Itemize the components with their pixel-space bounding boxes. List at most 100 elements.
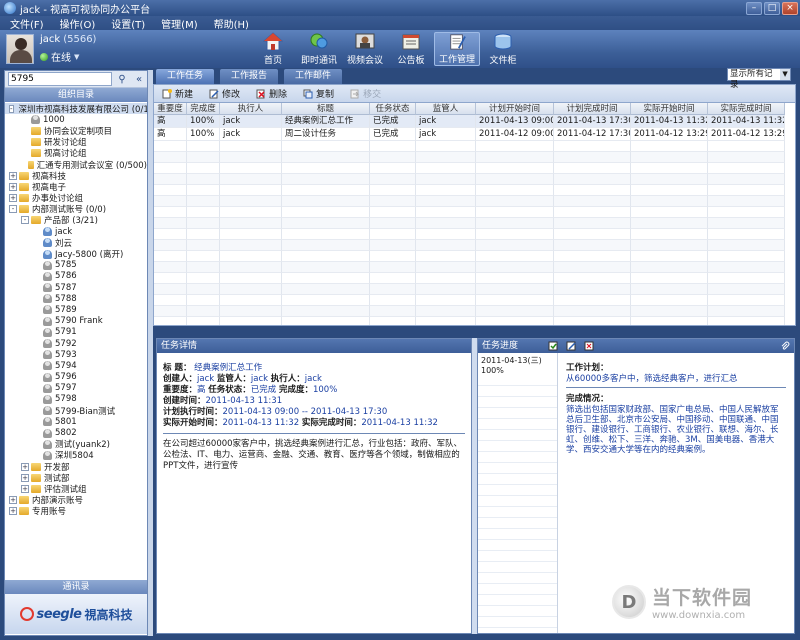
menu-manage[interactable]: 管理(M) [151,16,203,31]
tab-work-tasks[interactable]: 工作任务 [156,69,214,84]
record-filter-select[interactable]: 显示所有记录 ▼ [727,68,791,90]
expand-node-icon[interactable]: + [21,473,29,482]
tree-node[interactable]: 5794 [5,360,147,371]
tree-node[interactable]: 深圳5804 [5,450,147,461]
tree-node[interactable]: Jacy-5800 (离开) [5,248,147,260]
tree-node[interactable]: 5789 [5,304,147,315]
tree-node[interactable]: 汇通专用测试会议室 (0/500) [5,159,147,171]
empty-row [154,229,795,240]
tree-node[interactable]: 研发讨论组 [5,137,147,148]
column-header[interactable]: 实际完成时间 [708,103,785,115]
watermark-url: www.downxia.com [652,610,746,621]
collapse-node-icon[interactable]: - [9,205,17,214]
tree-node[interactable]: 5790 Frank [5,316,147,327]
minimize-button[interactable]: – [746,1,762,15]
tree-node[interactable]: 5791 [5,327,147,338]
expand-node-icon[interactable]: + [9,182,17,191]
status-selector[interactable]: 在线 ▼ [40,49,96,64]
tree-node[interactable]: 5798 [5,394,147,405]
attachment-icon[interactable] [780,341,790,351]
table-row[interactable]: 高 100% jack 经典案例汇总工作 已完成 jack 2011-04-13 09:00… [154,115,795,128]
tree-node[interactable]: 5802 [5,427,147,438]
table-cell: 已完成 [370,128,416,141]
expand-node-icon[interactable]: + [9,194,17,203]
add-progress-icon[interactable] [548,341,558,351]
tree-node[interactable]: + 视高科技 [5,170,147,182]
tree-node[interactable]: 5787 [5,282,147,293]
search-input[interactable] [8,72,112,86]
tree-node[interactable]: 5786 [5,271,147,282]
edit-progress-icon[interactable] [566,341,576,351]
tab-work-mail[interactable]: 工作邮件 [284,69,342,84]
avatar[interactable] [6,34,34,64]
tree-node[interactable]: - 内部测试账号 (0/0) [5,204,147,215]
toolbar-im[interactable]: 即时通讯 [296,32,342,66]
tree-node[interactable]: 5801 [5,416,147,427]
tree-node[interactable]: 5796 [5,372,147,383]
group-icon [19,171,29,180]
progress-entry[interactable]: 2011-04-13(三) 100% [478,353,557,377]
expand-node-icon[interactable]: + [21,462,29,471]
toolbar-files[interactable]: 文件柜 [480,32,526,66]
tree-node[interactable]: + 开发部 [5,461,147,473]
menu-operate[interactable]: 操作(O) [50,16,102,31]
delete-progress-icon[interactable] [584,341,594,351]
column-header[interactable]: 实际开始时间 [631,103,708,115]
tab-work-reports[interactable]: 工作报告 [220,69,278,84]
tree-node[interactable]: - 深圳市视高科技发展有限公司 (0/1) [5,103,147,115]
toolbar-video[interactable]: 视频会议 [342,32,388,66]
expand-node-icon[interactable]: + [9,507,17,516]
menu-file[interactable]: 文件(F) [0,16,50,31]
toolbar-work[interactable]: 工作管理 [434,32,480,66]
delete-button[interactable]: 删除 [256,87,287,100]
collapse-node-icon[interactable]: - [9,104,14,113]
tree-node[interactable]: + 测试部 [5,472,147,484]
tree-node[interactable]: + 办事处讨论组 [5,193,147,204]
toolbar-notice[interactable]: 公告板 [388,32,434,66]
table-row[interactable]: 高 100% jack 周二设计任务 已完成 jack 2011-04-12 09:00 20… [154,128,795,141]
contacts-header[interactable]: 通讯录 [5,580,147,594]
column-header[interactable]: 计划完成时间 [554,103,631,115]
tree-node[interactable]: 5788 [5,293,147,304]
tree-node[interactable]: 5797 [5,383,147,394]
column-header[interactable]: 执行人 [220,103,282,115]
column-header[interactable]: 计划开始时间 [476,103,554,115]
expand-node-icon[interactable]: + [9,496,17,505]
tree-node[interactable]: - 产品部 (3/21) [5,215,147,226]
tree-node[interactable]: 测试(yuank2) [5,439,147,450]
toolbar-home[interactable]: 首页 [250,32,296,66]
collapse-icon[interactable]: « [132,72,146,86]
new-button[interactable]: 新建 [162,87,193,100]
column-header[interactable]: 重要度 [154,103,187,115]
maximize-button[interactable]: □ [764,1,780,15]
menu-settings[interactable]: 设置(T) [101,16,151,31]
collapse-node-icon[interactable]: - [21,216,29,225]
column-header[interactable]: 标题 [282,103,370,115]
main-toolbar: 首页 即时通讯 视频会议 公告板 工作管理 文件柜 [250,32,526,68]
tree-node[interactable]: + 专用账号 [5,506,147,517]
edit-button[interactable]: 修改 [209,87,240,100]
tree-node[interactable]: 5799-Bian测试 [5,405,147,417]
search-icon[interactable]: ⚲ [115,72,129,86]
tree-node[interactable]: 刘云 [5,237,147,249]
tree-node[interactable]: 5792 [5,338,147,349]
tree-node[interactable]: + 视高电子 [5,181,147,193]
tree-node[interactable]: 协同会议定制项目 [5,125,147,137]
transfer-button[interactable]: 移交 [350,87,381,100]
tree-node[interactable]: + 内部演示账号 [5,495,147,506]
close-button[interactable]: × [782,1,798,15]
tree-node[interactable]: 5793 [5,349,147,360]
column-header[interactable]: 完成度 [187,103,220,115]
tree-node[interactable]: 5785 [5,260,147,271]
expand-node-icon[interactable]: + [9,171,17,180]
column-header[interactable]: 监管人 [416,103,476,115]
copy-button[interactable]: 复制 [303,87,334,100]
menu-help[interactable]: 帮助(H) [204,16,255,31]
column-header[interactable]: 任务状态 [370,103,416,115]
tree-node[interactable]: 视高讨论组 [5,148,147,159]
tree-node[interactable]: 1000 [5,114,147,125]
tree-node[interactable]: jack [5,226,147,237]
tree-node[interactable]: + 评估测试组 [5,483,147,495]
expand-node-icon[interactable]: + [21,484,29,493]
